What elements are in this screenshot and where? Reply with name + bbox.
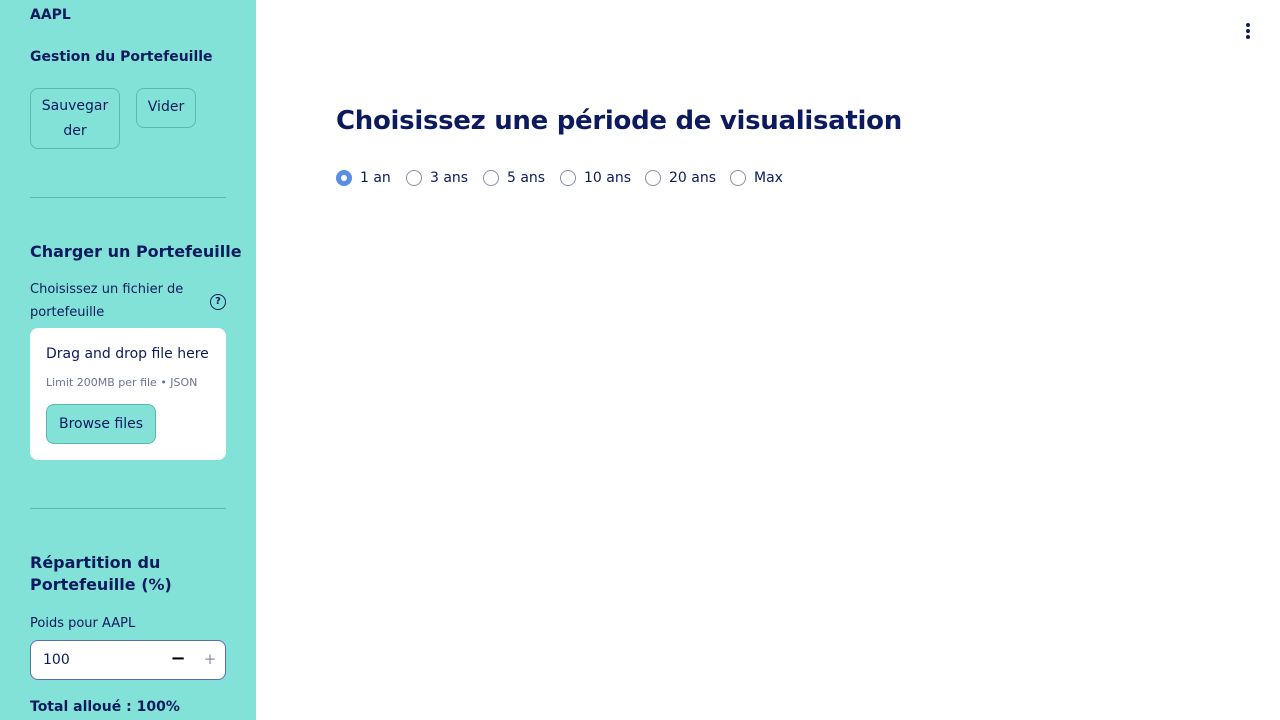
radio-label: 1 an: [360, 170, 391, 186]
radio-circle[interactable]: [336, 170, 352, 186]
clear-button[interactable]: Vider: [136, 88, 196, 128]
radio-label: 3 ans: [430, 170, 469, 186]
browse-files-button[interactable]: Browse files: [46, 404, 156, 444]
weight-label: Poids pour AAPL: [30, 616, 136, 631]
dropzone-limit: Limit 200MB per file • JSON: [46, 376, 198, 389]
radio-circle[interactable]: [406, 170, 422, 186]
file-dropzone[interactable]: Drag and drop file here Limit 200MB per …: [30, 328, 226, 460]
increment-button[interactable]: +: [197, 641, 223, 679]
load-portfolio-heading: Charger un Portefeuille: [30, 242, 242, 261]
weight-input-value[interactable]: 100: [43, 641, 70, 679]
radio-circle[interactable]: [645, 170, 661, 186]
radio-label: 5 ans: [507, 170, 546, 186]
portfolio-management-heading: Gestion du Portefeuille: [30, 49, 213, 65]
save-button[interactable]: Sauvegarder: [30, 88, 120, 149]
radio-label: 10 ans: [584, 170, 632, 186]
radio-label: 20 ans: [669, 170, 717, 186]
dropzone-title: Drag and drop file here: [46, 346, 209, 362]
divider: [30, 197, 226, 198]
divider: [30, 508, 226, 509]
radio-circle[interactable]: [560, 170, 576, 186]
allocation-heading: Répartition du Portefeuille (%): [30, 553, 172, 594]
total-allocated: Total alloué : 100%: [30, 699, 180, 715]
radio-circle[interactable]: [483, 170, 499, 186]
page-title: Choisissez une période de visualisation: [336, 106, 902, 136]
help-circle-icon[interactable]: ?: [210, 294, 226, 310]
kebab-menu-icon[interactable]: [1238, 20, 1258, 40]
radio-circle[interactable]: [730, 170, 746, 186]
weight-number-input[interactable]: 100 − +: [30, 640, 226, 680]
file-uploader-label: Choisissez un fichier de portefeuille: [30, 282, 184, 320]
ticker-label: AAPL: [30, 7, 71, 23]
sidebar: AAPL Gestion du Portefeuille Sauvegarder…: [0, 0, 256, 720]
decrement-button[interactable]: −: [165, 641, 191, 679]
radio-label: Max: [754, 170, 783, 186]
